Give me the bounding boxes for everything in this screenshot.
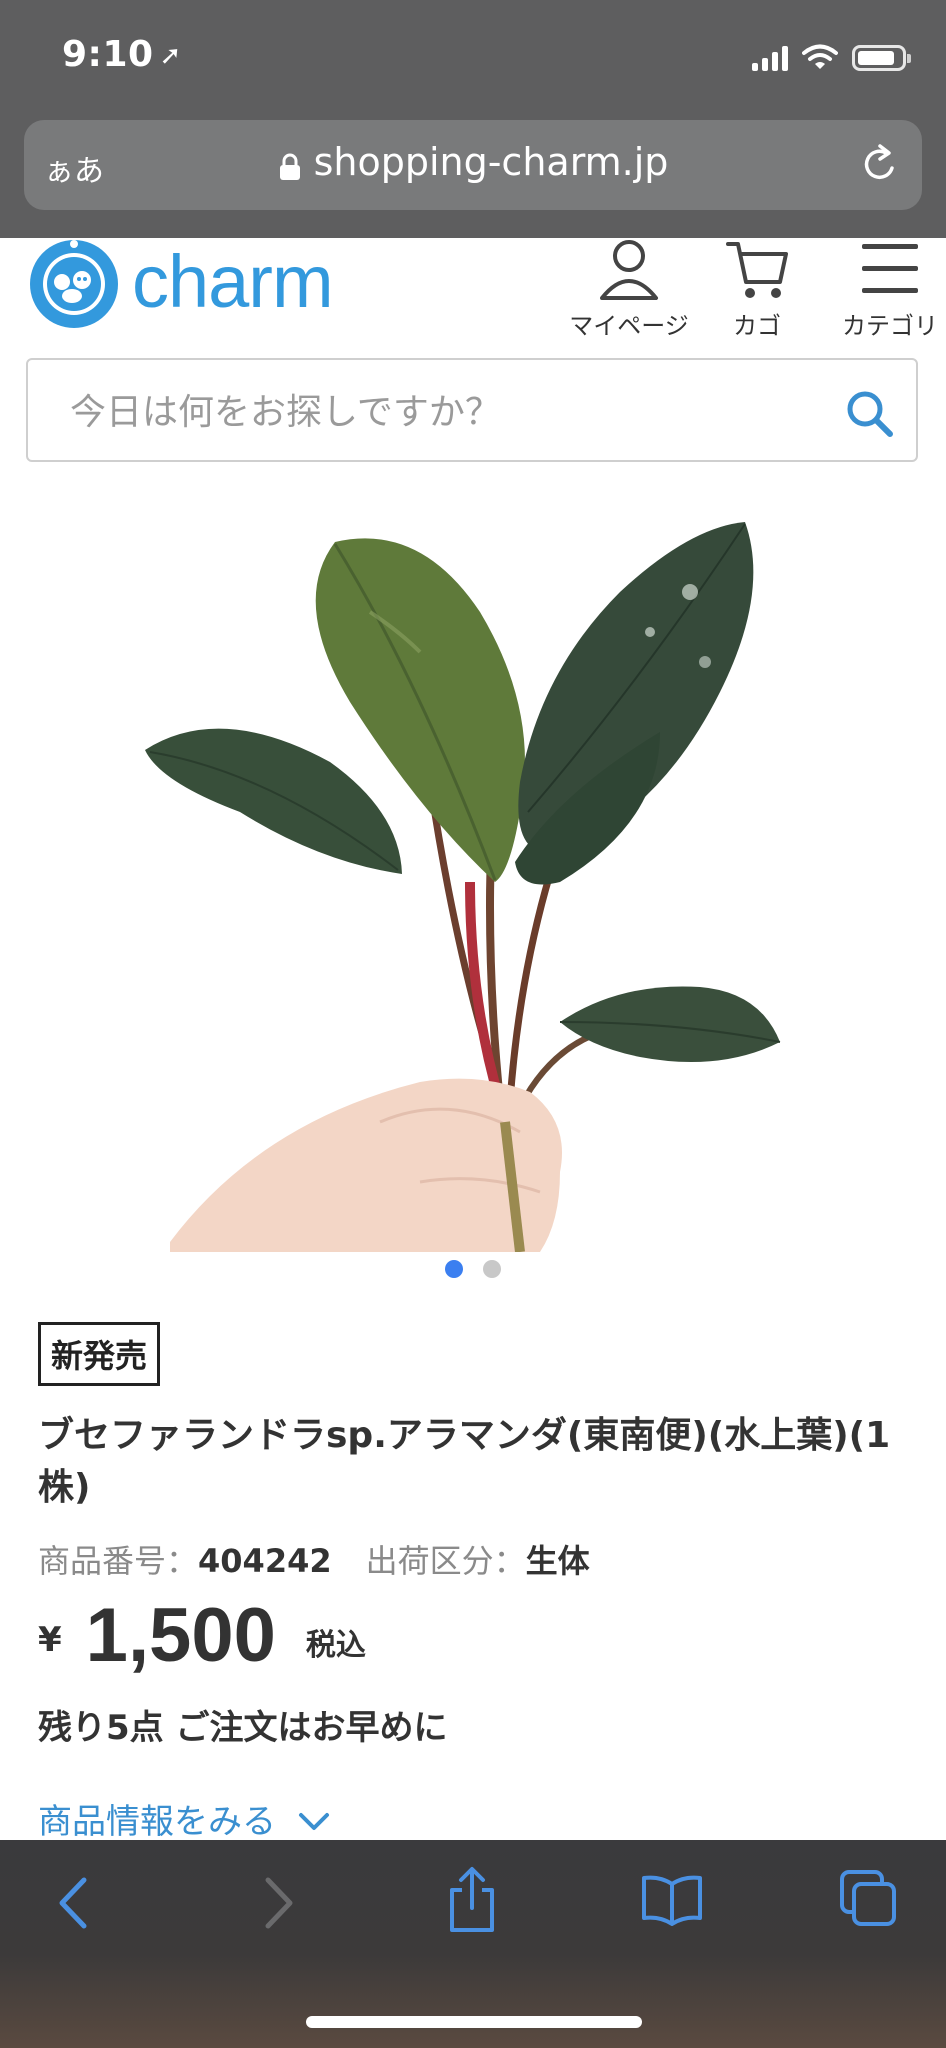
battery-icon xyxy=(852,45,911,71)
bookmarks-icon[interactable] xyxy=(640,1872,704,1926)
search-box[interactable] xyxy=(26,358,918,462)
url-text: shopping-charm.jp xyxy=(313,140,669,184)
hamburger-menu-icon xyxy=(862,244,918,293)
carousel-dot-active[interactable] xyxy=(445,1260,463,1278)
product-title: ブセファランドラsp.アラマンダ(東南便)(水上葉)(1株) xyxy=(38,1415,891,1508)
cart-label: カゴ xyxy=(733,312,781,340)
product-info-link-text: 商品情報をみる xyxy=(38,1802,276,1842)
plant-photo xyxy=(145,522,781,1253)
user-icon xyxy=(600,240,658,300)
shipping-type-label: 出荷区分： xyxy=(365,1542,526,1580)
mypage-label: マイページ xyxy=(569,312,689,340)
site-header: charm マイページ カゴ カテゴリ xyxy=(0,238,946,348)
shipping-type-value: 生体 xyxy=(525,1542,590,1580)
wifi-icon xyxy=(802,44,838,69)
search-input[interactable] xyxy=(68,386,832,438)
carousel-indicator xyxy=(0,1260,946,1282)
status-time: 9:10 ➚ xyxy=(62,34,182,75)
product-meta: 商品番号：404242 出荷区分：生体 xyxy=(38,1536,590,1582)
product-number-value: 404242 xyxy=(198,1542,332,1580)
price-amount: 1,500 xyxy=(85,1593,276,1678)
home-indicator[interactable] xyxy=(306,2016,642,2028)
chevron-down-icon xyxy=(298,1813,329,1830)
status-indicators xyxy=(752,40,911,76)
address-bar[interactable]: ぁあ shopping-charm.jp xyxy=(24,120,922,210)
search-icon[interactable] xyxy=(844,388,894,438)
cellular-signal-icon xyxy=(752,45,788,71)
category-button[interactable]: カテゴリ xyxy=(830,238,946,341)
product-number-label: 商品番号： xyxy=(38,1542,199,1580)
product-image[interactable] xyxy=(0,482,946,1253)
category-label: カテゴリ xyxy=(842,312,938,340)
mypage-button[interactable]: マイページ xyxy=(564,238,694,341)
new-release-badge: 新発売 xyxy=(38,1322,161,1386)
browser-top-chrome: 9:10 ➚ ぁあ shopping-charm.jp xyxy=(0,0,946,238)
price-tax-label: 税込 xyxy=(305,1628,366,1663)
forward-arrow-icon[interactable] xyxy=(258,1874,298,1932)
cart-button[interactable]: カゴ xyxy=(712,238,802,341)
stock-note: 残り5点 ご注文はお早めに xyxy=(38,1708,448,1748)
share-icon[interactable] xyxy=(444,1864,500,1934)
lock-icon xyxy=(279,153,300,180)
back-arrow-icon[interactable] xyxy=(54,1874,94,1932)
product-info-link[interactable]: 商品情報をみる xyxy=(38,1794,331,1843)
charm-logo-badge[interactable] xyxy=(24,238,124,330)
price: ¥1,500 税込 xyxy=(38,1592,366,1679)
price-currency: ¥ xyxy=(38,1620,62,1660)
carousel-dot[interactable] xyxy=(483,1260,501,1278)
location-arrow-icon: ➚ xyxy=(159,41,182,71)
status-time-text: 9:10 xyxy=(62,34,154,75)
url-display[interactable]: shopping-charm.jp xyxy=(24,140,922,186)
cart-icon xyxy=(726,242,788,298)
charm-logo-text[interactable]: charm xyxy=(132,240,334,324)
reload-icon[interactable] xyxy=(858,142,902,186)
tabs-icon[interactable] xyxy=(838,1868,900,1928)
